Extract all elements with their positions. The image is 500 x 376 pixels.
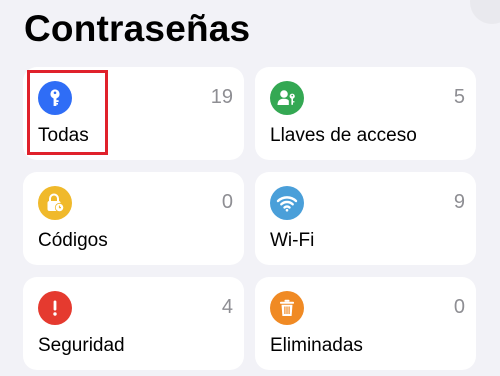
category-label: Wi-Fi	[270, 230, 315, 251]
category-count: 9	[453, 191, 465, 213]
category-label: Llaves de acceso	[270, 125, 417, 146]
page-title: Contraseñas	[24, 8, 251, 49]
category-label: Eliminadas	[270, 335, 363, 356]
passwords-screen: Contraseñas 19 Todas 5 Llaves de acceso …	[0, 0, 500, 376]
category-card-todas[interactable]: 19 Todas	[23, 67, 244, 160]
category-label: Todas	[38, 125, 89, 146]
category-count: 4	[221, 296, 233, 318]
lock-clock-icon	[38, 186, 72, 220]
category-card-codigos[interactable]: 0 Códigos	[23, 172, 244, 265]
category-count: 0	[453, 296, 465, 318]
category-card-llaves-de-acceso[interactable]: 5 Llaves de acceso	[255, 67, 476, 160]
category-label: Códigos	[38, 230, 108, 251]
category-card-wifi[interactable]: 9 Wi-Fi	[255, 172, 476, 265]
corner-button[interactable]	[470, 0, 500, 24]
exclamation-icon	[38, 291, 72, 325]
wifi-icon	[270, 186, 304, 220]
category-count: 0	[221, 191, 233, 213]
category-count: 19	[210, 86, 233, 108]
person-key-icon	[270, 81, 304, 115]
category-card-eliminadas[interactable]: 0 Eliminadas	[255, 277, 476, 370]
category-card-seguridad[interactable]: 4 Seguridad	[23, 277, 244, 370]
category-label: Seguridad	[38, 335, 125, 356]
key-icon	[38, 81, 72, 115]
category-count: 5	[453, 86, 465, 108]
trash-icon	[270, 291, 304, 325]
